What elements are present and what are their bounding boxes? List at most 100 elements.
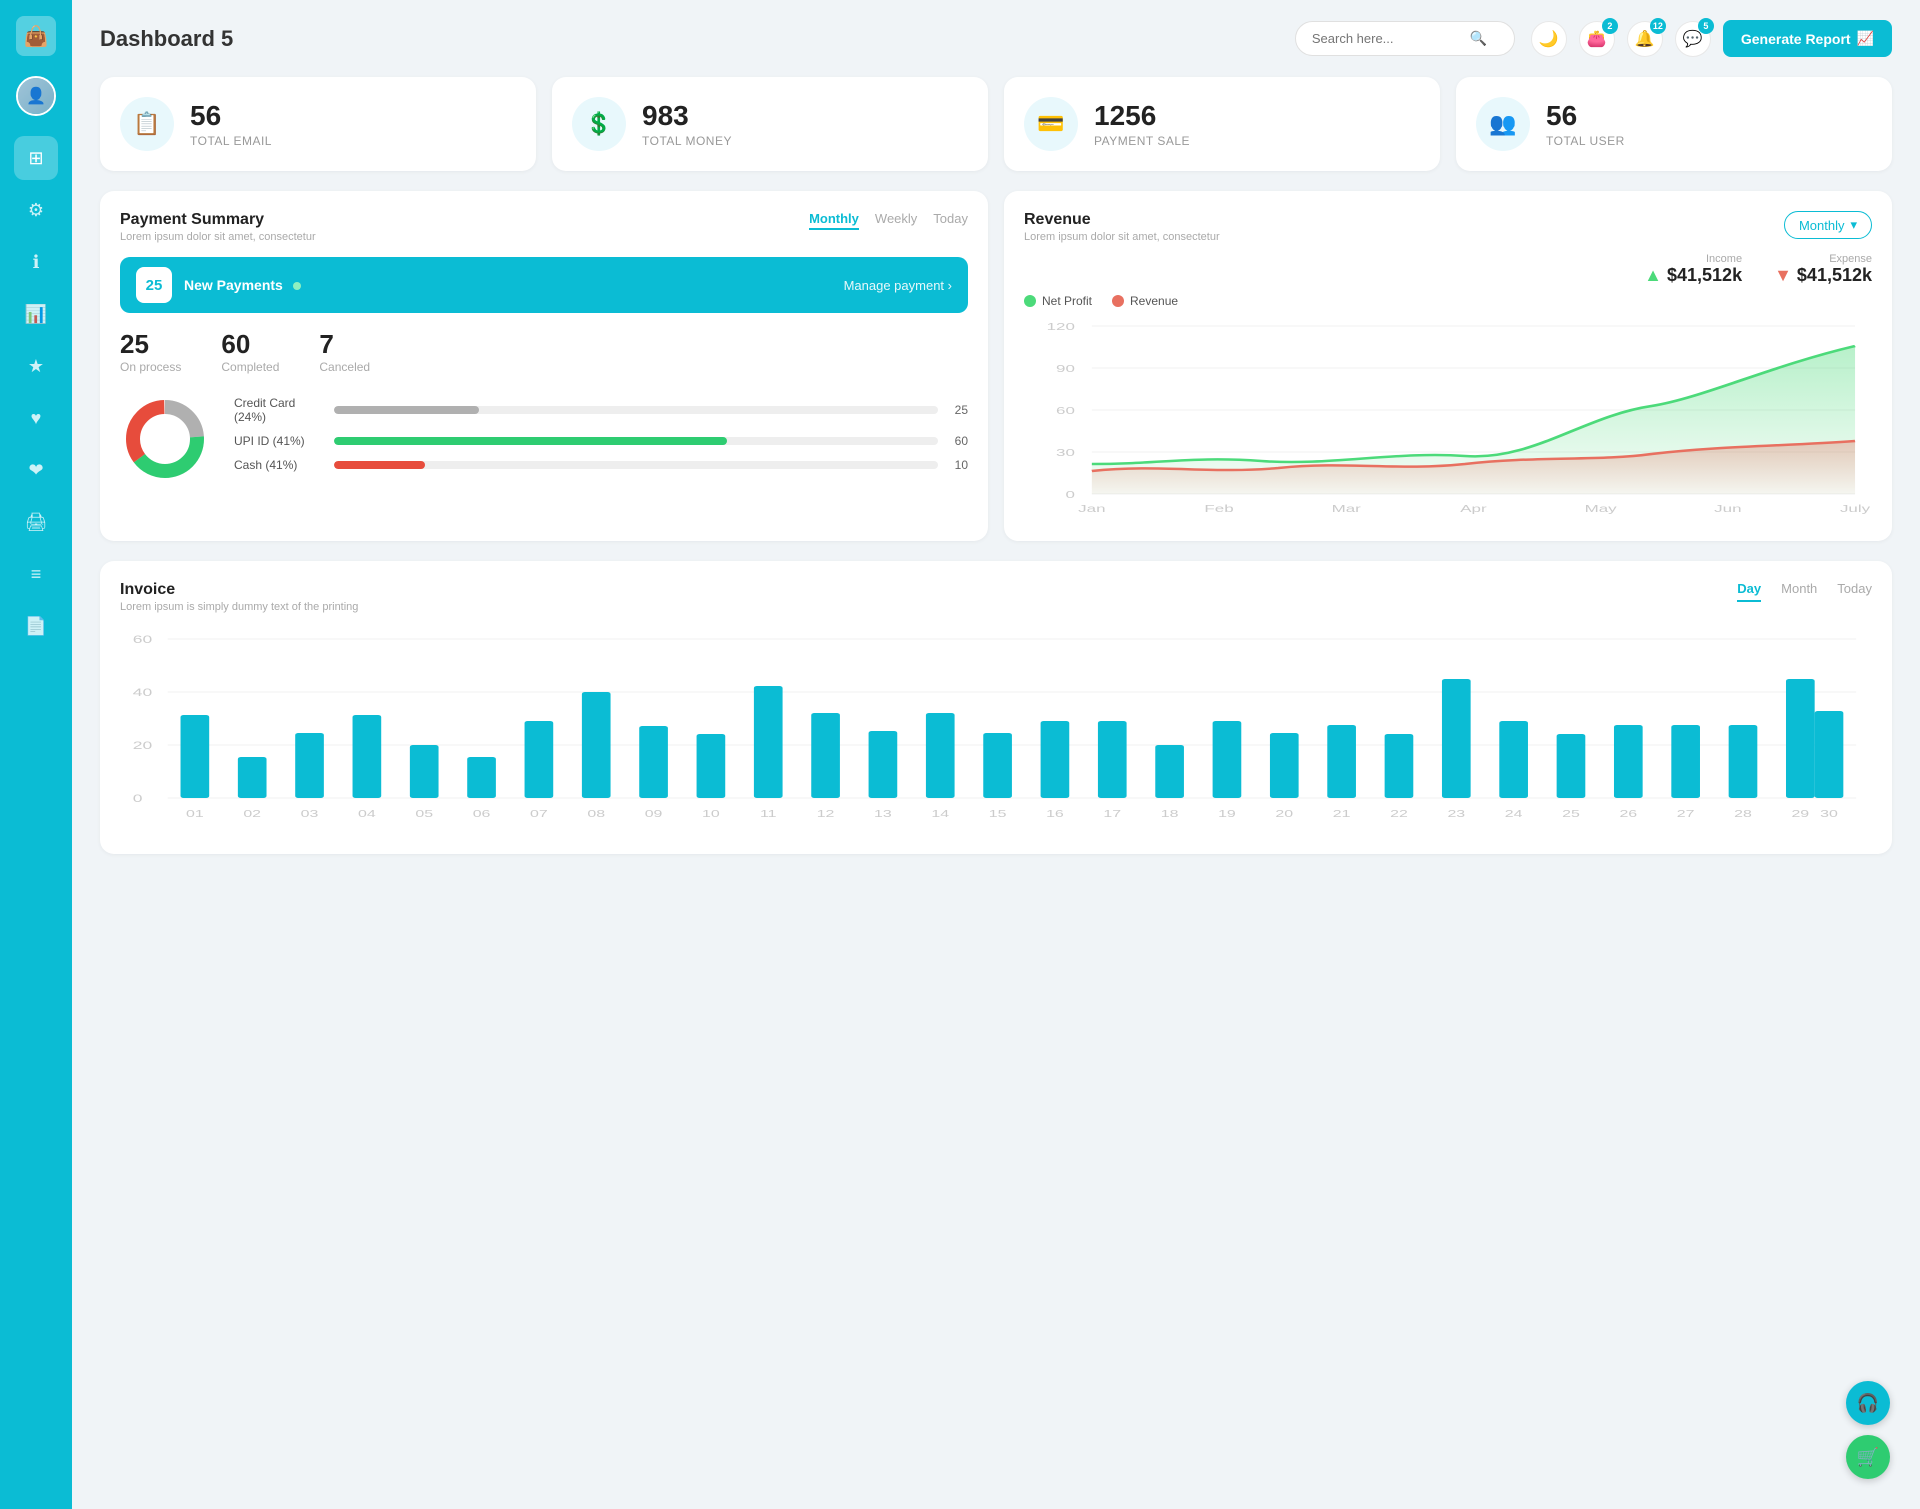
svg-text:20: 20 bbox=[133, 740, 152, 752]
new-payments-bar: 25 New Payments Manage payment › bbox=[120, 257, 968, 313]
headset-fab[interactable]: 🎧 bbox=[1846, 1381, 1890, 1425]
svg-text:22: 22 bbox=[1390, 808, 1408, 819]
sidebar-item-dashboard[interactable]: ⊞ bbox=[14, 136, 58, 180]
legend-net-profit: Net Profit bbox=[1024, 294, 1092, 308]
tab-monthly[interactable]: Monthly bbox=[809, 211, 859, 230]
bell-badge: 12 bbox=[1650, 18, 1666, 34]
sidebar-item-heart2[interactable]: ❤ bbox=[14, 448, 58, 492]
income-arrow-icon: ▲ bbox=[1644, 265, 1662, 285]
sidebar-logo[interactable]: 👜 bbox=[16, 16, 56, 56]
progress-row-upi: UPI ID (41%) 60 bbox=[234, 434, 968, 448]
stat-card-user: 👥 56 TOTAL USER bbox=[1456, 77, 1892, 171]
inv-tab-month[interactable]: Month bbox=[1781, 581, 1817, 602]
headset-icon: 🎧 bbox=[1857, 1393, 1879, 1414]
star-icon: ★ bbox=[28, 356, 44, 377]
bar-chart-icon: 📈 bbox=[1857, 30, 1874, 47]
sidebar-item-printer[interactable]: 🖨 bbox=[14, 500, 58, 544]
income-label: Income bbox=[1644, 253, 1742, 265]
income-value: ▲ $41,512k bbox=[1644, 265, 1742, 286]
sidebar-item-heart1[interactable]: ♥ bbox=[14, 396, 58, 440]
money-stat-info: 983 TOTAL MONEY bbox=[642, 100, 732, 148]
svg-text:60: 60 bbox=[133, 634, 152, 646]
svg-text:40: 40 bbox=[133, 687, 152, 699]
cc-label: Credit Card (24%) bbox=[234, 396, 324, 424]
ps-title: Payment Summary bbox=[120, 211, 316, 229]
page-title: Dashboard 5 bbox=[100, 26, 1279, 52]
cart-fab[interactable]: 🛒 bbox=[1846, 1435, 1890, 1479]
svg-text:01: 01 bbox=[186, 808, 204, 819]
tab-today[interactable]: Today bbox=[933, 211, 968, 230]
svg-text:08: 08 bbox=[587, 808, 605, 819]
svg-text:30: 30 bbox=[1056, 447, 1075, 458]
upi-bar-bg bbox=[334, 437, 938, 445]
sidebar-item-list[interactable]: ≡ bbox=[14, 552, 58, 596]
wallet-logo-icon: 👜 bbox=[24, 24, 49, 49]
completed-stat: 60 Completed bbox=[221, 329, 279, 374]
inv-header: Invoice Lorem ipsum is simply dummy text… bbox=[120, 581, 1872, 613]
wallet-badge: 2 bbox=[1602, 18, 1618, 34]
search-input[interactable] bbox=[1312, 31, 1462, 46]
sidebar: 👜 👤 ⊞ ⚙ ℹ 📊 ★ ♥ ❤ 🖨 ≡ 📄 bbox=[0, 0, 72, 1509]
svg-text:02: 02 bbox=[243, 808, 261, 819]
email-stat-icon: 📋 bbox=[120, 97, 174, 151]
onprocess-value: 25 bbox=[120, 329, 181, 360]
ps-header: Payment Summary Lorem ipsum dolor sit am… bbox=[120, 211, 968, 243]
cash-bar-bg bbox=[334, 461, 938, 469]
sidebar-item-star[interactable]: ★ bbox=[14, 344, 58, 388]
ps-tabs: Monthly Weekly Today bbox=[809, 211, 968, 230]
revenue-chart-container: 120 90 60 30 0 bbox=[1024, 316, 1872, 521]
cc-val: 25 bbox=[948, 403, 968, 417]
donut-row: Credit Card (24%) 25 UPI ID (41%) 60 bbox=[120, 394, 968, 484]
tab-weekly[interactable]: Weekly bbox=[875, 211, 917, 230]
money-stat-value: 983 bbox=[642, 100, 732, 132]
svg-text:90: 90 bbox=[1056, 363, 1075, 374]
grid-icon: ⊞ bbox=[28, 148, 43, 169]
legend-revenue: Revenue bbox=[1112, 294, 1178, 308]
upi-bar-fill bbox=[334, 437, 727, 445]
rev-subtitle: Lorem ipsum dolor sit amet, consectetur bbox=[1024, 231, 1220, 243]
fab-area: 🎧 🛒 bbox=[1846, 1381, 1890, 1479]
invoice-chart-svg: 60 40 20 0 bbox=[120, 629, 1872, 829]
chat-button[interactable]: 💬 5 bbox=[1675, 21, 1711, 57]
progress-row-cc: Credit Card (24%) 25 bbox=[234, 396, 968, 424]
svg-text:06: 06 bbox=[473, 808, 491, 819]
canceled-label: Canceled bbox=[319, 360, 370, 374]
cash-val: 10 bbox=[948, 458, 968, 472]
svg-text:12: 12 bbox=[817, 808, 835, 819]
sidebar-item-settings[interactable]: ⚙ bbox=[14, 188, 58, 232]
heart-icon: ♥ bbox=[31, 408, 42, 429]
inv-tab-today[interactable]: Today bbox=[1837, 581, 1872, 602]
notification-button[interactable]: 🔔 12 bbox=[1627, 21, 1663, 57]
inv-tabs: Day Month Today bbox=[1737, 581, 1872, 602]
manage-payment-link[interactable]: Manage payment › bbox=[844, 278, 952, 293]
cart-icon: 🛒 bbox=[1857, 1447, 1879, 1468]
sidebar-item-document[interactable]: 📄 bbox=[14, 604, 58, 648]
new-payments-count: 25 bbox=[136, 267, 172, 303]
sidebar-item-chart[interactable]: 📊 bbox=[14, 292, 58, 336]
donut-svg bbox=[120, 394, 210, 484]
theme-toggle-button[interactable]: 🌙 bbox=[1531, 21, 1567, 57]
document-icon: 📄 bbox=[25, 616, 47, 637]
income-expense: Income ▲ $41,512k Expense ▼ $41,512k bbox=[1024, 253, 1872, 286]
stats-row: 📋 56 TOTAL EMAIL 💲 983 TOTAL MONEY 💳 125… bbox=[100, 77, 1892, 171]
user-stat-icon: 👥 bbox=[1476, 97, 1530, 151]
svg-text:27: 27 bbox=[1677, 808, 1695, 819]
svg-text:26: 26 bbox=[1619, 808, 1637, 819]
svg-text:07: 07 bbox=[530, 808, 548, 819]
search-bar[interactable]: 🔍 bbox=[1295, 21, 1515, 56]
generate-report-button[interactable]: Generate Report 📈 bbox=[1723, 20, 1892, 57]
payment-stat-label: PAYMENT SALE bbox=[1094, 134, 1190, 148]
inv-tab-day[interactable]: Day bbox=[1737, 581, 1761, 602]
wallet-button[interactable]: 👛 2 bbox=[1579, 21, 1615, 57]
svg-text:20: 20 bbox=[1275, 808, 1293, 819]
revenue-dot bbox=[1112, 295, 1124, 307]
svg-text:Apr: Apr bbox=[1460, 503, 1487, 514]
sidebar-item-info[interactable]: ℹ bbox=[14, 240, 58, 284]
user-avatar[interactable]: 👤 bbox=[16, 76, 56, 116]
svg-text:03: 03 bbox=[301, 808, 319, 819]
invoice-chart-wrapper: 60 40 20 0 bbox=[120, 629, 1872, 834]
ps-subtitle: Lorem ipsum dolor sit amet, consectetur bbox=[120, 231, 316, 243]
revenue-dropdown[interactable]: Monthly ▾ bbox=[1784, 211, 1872, 239]
donut-chart bbox=[120, 394, 210, 484]
revenue-dropdown-label: Monthly bbox=[1799, 218, 1845, 233]
